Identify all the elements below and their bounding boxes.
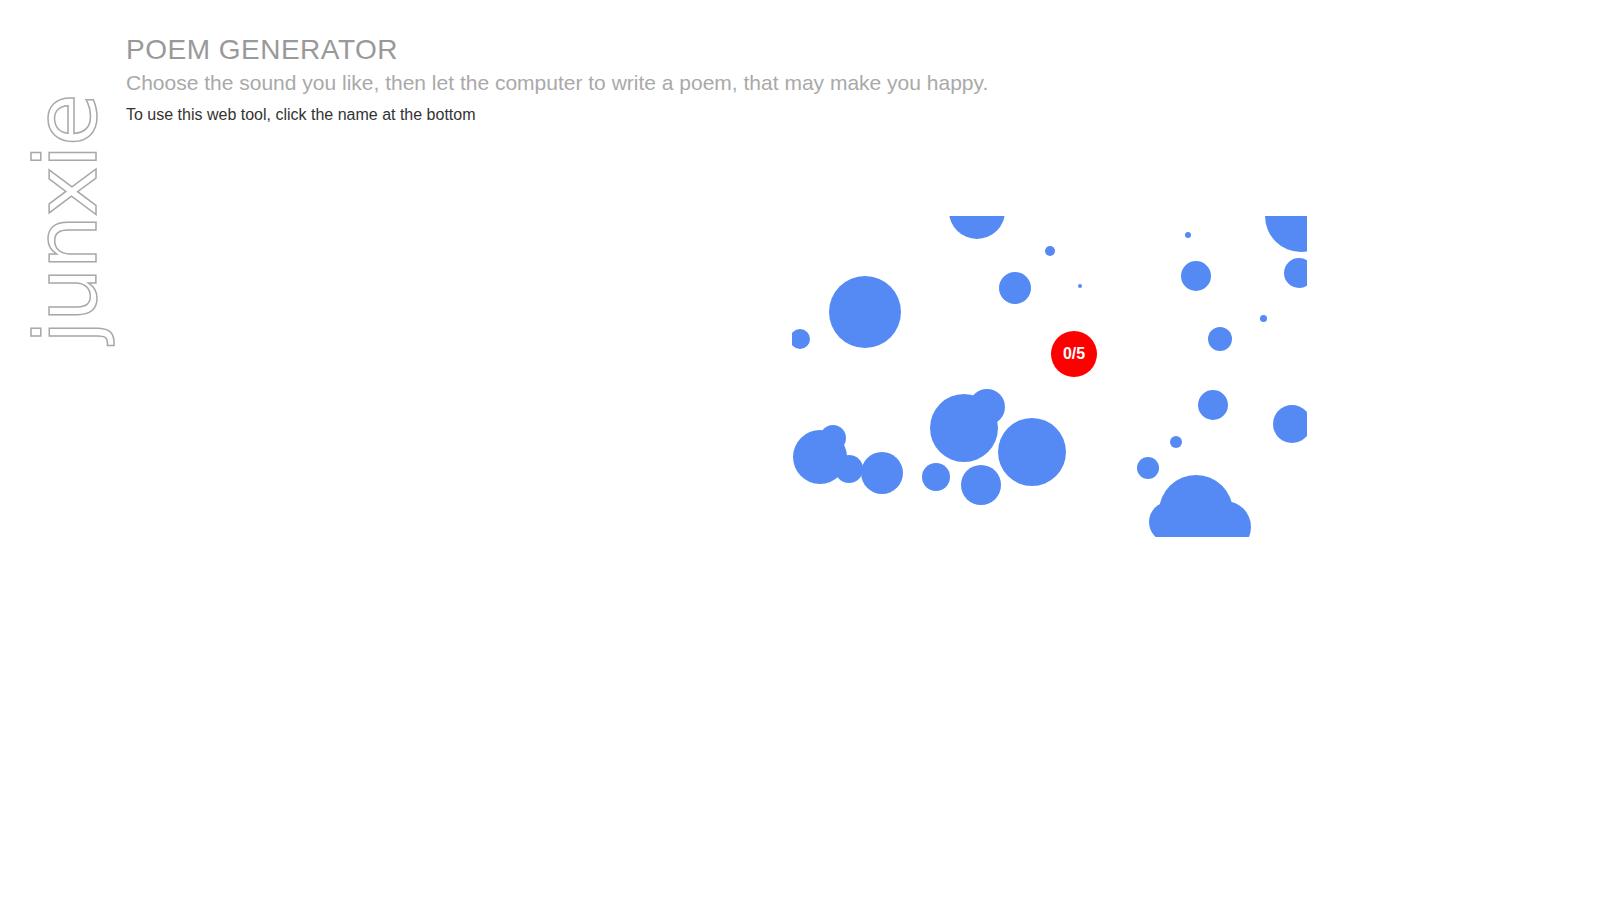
bubble[interactable] xyxy=(922,463,950,491)
bubble[interactable] xyxy=(829,276,901,348)
bubble[interactable] xyxy=(1045,246,1055,256)
bubble[interactable] xyxy=(1260,315,1267,322)
title: POEM GENERATOR xyxy=(126,34,1307,66)
bubble[interactable] xyxy=(1078,284,1082,288)
bubble[interactable] xyxy=(1185,232,1191,238)
subtitle: Choose the sound you like, then let the … xyxy=(126,68,1307,98)
bubble[interactable] xyxy=(820,425,846,451)
bubble[interactable] xyxy=(1208,327,1232,351)
bubble[interactable] xyxy=(1137,457,1159,479)
counter-badge[interactable]: 0/5 xyxy=(1051,331,1097,377)
bubble[interactable] xyxy=(1198,390,1228,420)
bubble[interactable] xyxy=(1149,502,1189,537)
bubble[interactable] xyxy=(1284,258,1307,288)
instruction: To use this web tool, click the name at … xyxy=(126,104,1307,126)
main: POEM GENERATORChoose the sound you like,… xyxy=(126,0,1307,900)
bubble[interactable] xyxy=(949,216,1005,239)
header: POEM GENERATORChoose the sound you like,… xyxy=(126,0,1307,126)
bubble[interactable] xyxy=(1265,216,1307,252)
bubble[interactable] xyxy=(999,272,1031,304)
bubble-canvas[interactable]: 0/5 xyxy=(792,216,1307,537)
bubble[interactable] xyxy=(861,452,903,494)
bubble[interactable] xyxy=(792,329,810,349)
bubble[interactable] xyxy=(1273,405,1307,443)
bubble[interactable] xyxy=(998,418,1066,486)
bubble[interactable] xyxy=(961,465,1001,505)
bubble[interactable] xyxy=(969,389,1005,425)
logo-text[interactable]: junxie xyxy=(34,22,98,344)
logo[interactable]: junxie xyxy=(34,0,98,344)
bubble[interactable] xyxy=(1181,261,1211,291)
page: junxie POEM GENERATORChoose the sound you… xyxy=(0,0,1600,900)
bubble[interactable] xyxy=(1170,436,1182,448)
